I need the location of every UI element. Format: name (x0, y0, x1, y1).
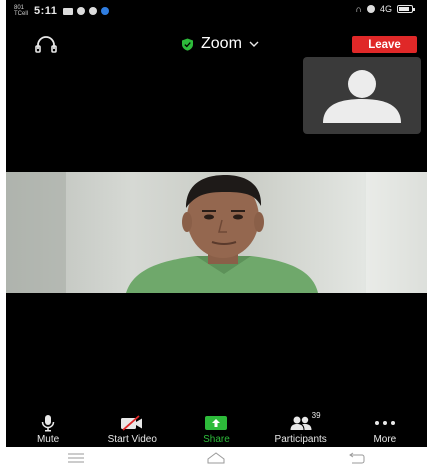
zoom-meeting-screen: 801 TCell 5:11 ∩ 4G Zoom Leave Mute Star… (6, 0, 427, 469)
carrier-label: 801 TCell (14, 5, 29, 17)
headphone-icon[interactable] (34, 36, 58, 54)
video-off-icon (121, 415, 143, 431)
mute-label: Mute (36, 434, 60, 445)
active-speaker-video (6, 172, 427, 293)
battery-icon (397, 5, 415, 13)
nav-back-button[interactable] (342, 451, 372, 465)
meeting-title-dropdown[interactable]: Zoom (181, 34, 259, 54)
notification-icon (77, 7, 86, 15)
mute-button[interactable]: Mute (6, 414, 90, 447)
more-button[interactable]: More (343, 414, 427, 447)
share-label: Share (203, 434, 230, 445)
nav-menu-button[interactable] (61, 451, 91, 465)
avatar-placeholder-icon (323, 70, 401, 123)
app-icon (101, 7, 110, 15)
home-icon (207, 452, 225, 464)
notification-icons (63, 7, 110, 15)
participants-button[interactable]: 39 Participants (259, 411, 343, 447)
status-bar: 801 TCell 5:11 ∩ 4G (6, 0, 427, 22)
back-icon (348, 452, 365, 464)
meeting-title: Zoom (201, 35, 242, 52)
nav-home-button[interactable] (201, 451, 231, 465)
chevron-down-icon (249, 41, 259, 47)
participants-count-badge: 39 (311, 411, 321, 420)
leave-button[interactable]: Leave (352, 36, 417, 53)
notification-icon (89, 7, 98, 15)
system-nav-bar (6, 447, 427, 469)
status-clock: 5:11 (34, 5, 58, 17)
meeting-toolbar: Mute Start Video Share 39 Participants M… (6, 411, 427, 447)
message-icon (63, 7, 74, 15)
shield-check-icon (182, 38, 193, 51)
network-label: 4G (379, 4, 392, 14)
menu-icon (68, 453, 85, 463)
headset-status-icon: ∩ (355, 4, 362, 14)
more-label: More (373, 434, 397, 445)
alarm-icon (366, 5, 375, 13)
people-icon (290, 416, 312, 430)
dots-icon (374, 421, 395, 425)
share-button[interactable]: Share (174, 414, 258, 447)
participants-label: Participants (274, 434, 327, 445)
share-arrow-icon (205, 416, 228, 430)
self-video-tile[interactable] (303, 57, 421, 134)
start-video-label: Start Video (107, 434, 157, 445)
microphone-icon (41, 415, 55, 432)
speaker-video-frame (6, 172, 427, 293)
start-video-button[interactable]: Start Video (90, 414, 174, 447)
